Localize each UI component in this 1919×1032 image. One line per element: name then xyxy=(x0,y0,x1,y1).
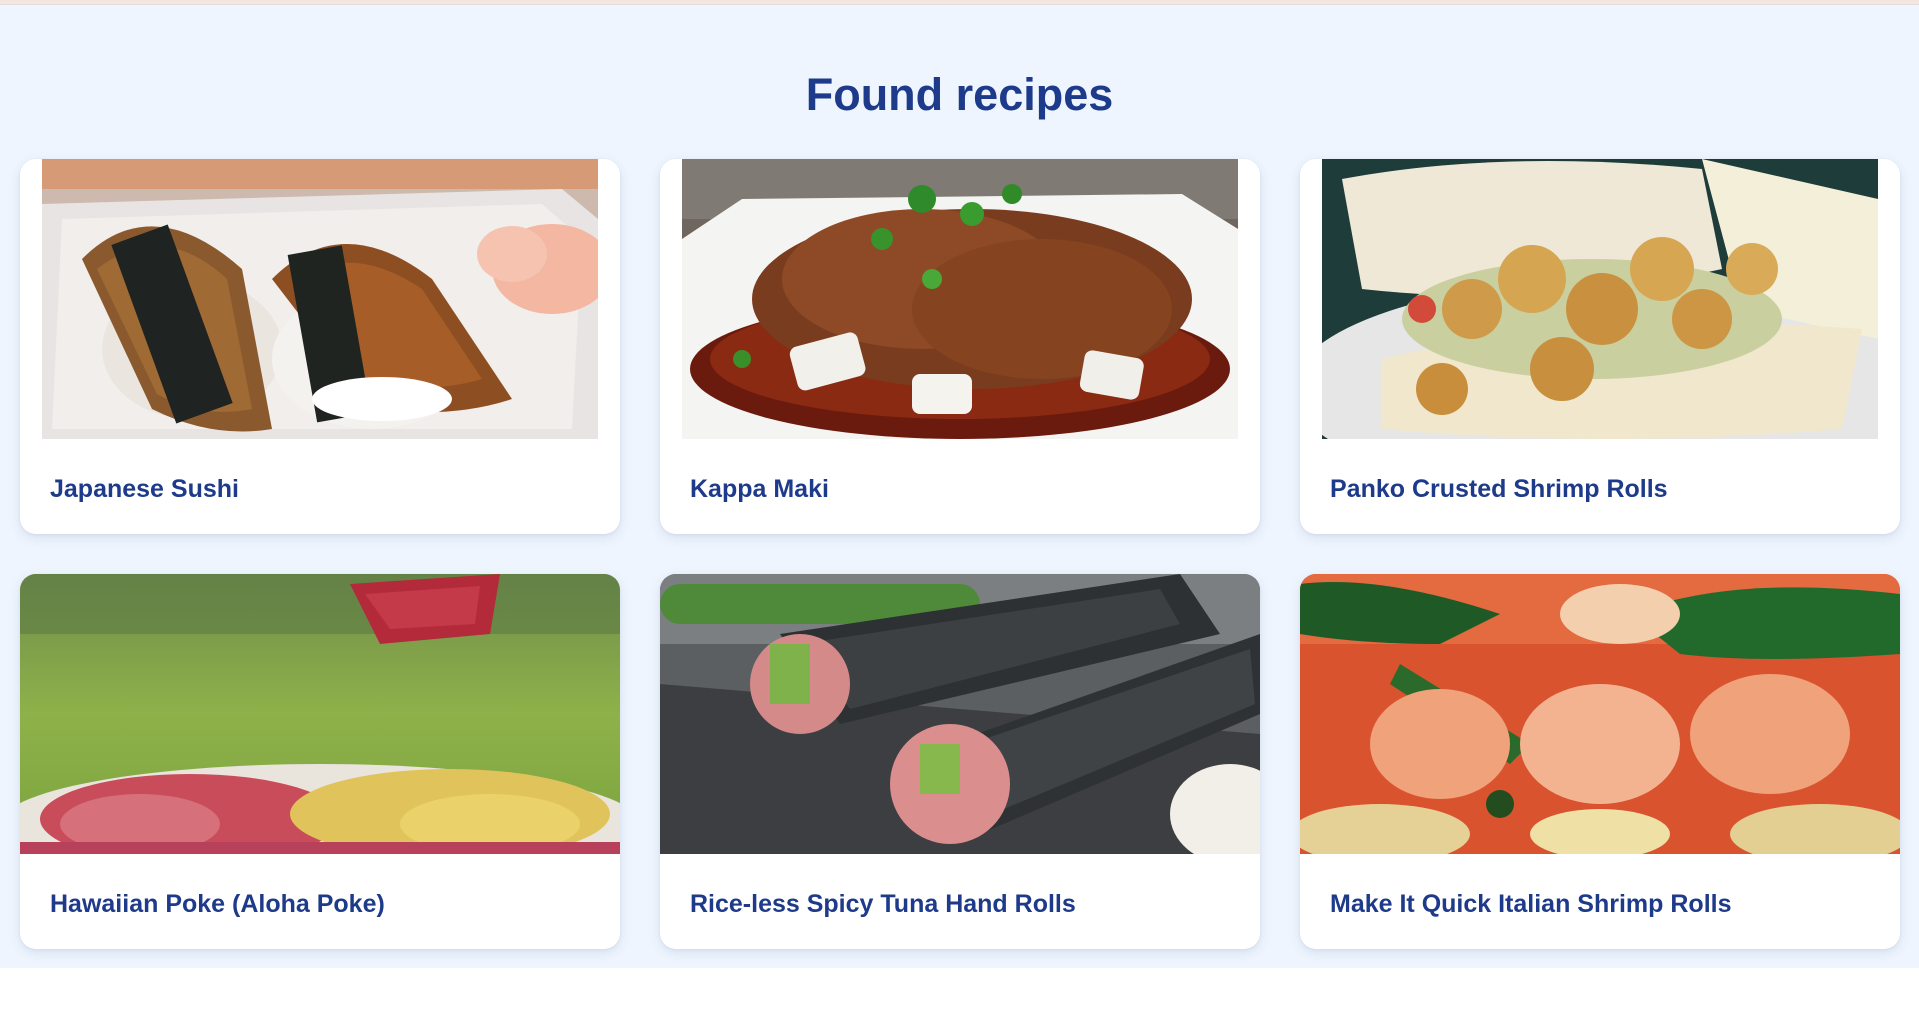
recipe-card-panko-crusted-shrimp-rolls[interactable]: Panko Crusted Shrimp Rolls xyxy=(1300,159,1900,534)
italian-shrimp-photo-icon[interactable] xyxy=(1300,574,1900,854)
spicy-dish-photo-icon[interactable] xyxy=(682,159,1238,439)
hand-roll-photo-icon[interactable] xyxy=(660,574,1260,854)
recipe-card-make-it-quick-italian-shrimp-rolls[interactable]: Make It Quick Italian Shrimp Rolls xyxy=(1300,574,1900,949)
recipe-title[interactable]: Make It Quick Italian Shrimp Rolls xyxy=(1300,854,1900,920)
poke-photo-icon[interactable] xyxy=(20,574,620,854)
recipe-card-rice-less-spicy-tuna-hand-rolls[interactable]: Rice-less Spicy Tuna Hand Rolls xyxy=(660,574,1260,949)
recipe-title[interactable]: Panko Crusted Shrimp Rolls xyxy=(1300,439,1900,505)
recipe-title[interactable]: Rice-less Spicy Tuna Hand Rolls xyxy=(660,854,1260,920)
recipe-title[interactable]: Japanese Sushi xyxy=(20,439,620,505)
recipe-card-kappa-maki[interactable]: Kappa Maki xyxy=(660,159,1260,534)
recipe-title[interactable]: Kappa Maki xyxy=(660,439,1260,505)
shrimp-sandwich-photo-icon[interactable] xyxy=(1322,159,1878,439)
recipe-card-japanese-sushi[interactable]: Japanese Sushi xyxy=(20,159,620,534)
sushi-photo-icon[interactable] xyxy=(42,159,598,439)
recipe-card-hawaiian-poke[interactable]: Hawaiian Poke (Aloha Poke) xyxy=(20,574,620,949)
found-recipes-section: Found recipes Japanese Sushi Kappa Maki … xyxy=(0,5,1919,968)
page-title: Found recipes xyxy=(805,69,1114,120)
recipe-grid: Japanese Sushi Kappa Maki Panko Crusted … xyxy=(0,159,1919,949)
recipe-title[interactable]: Hawaiian Poke (Aloha Poke) xyxy=(20,854,620,920)
